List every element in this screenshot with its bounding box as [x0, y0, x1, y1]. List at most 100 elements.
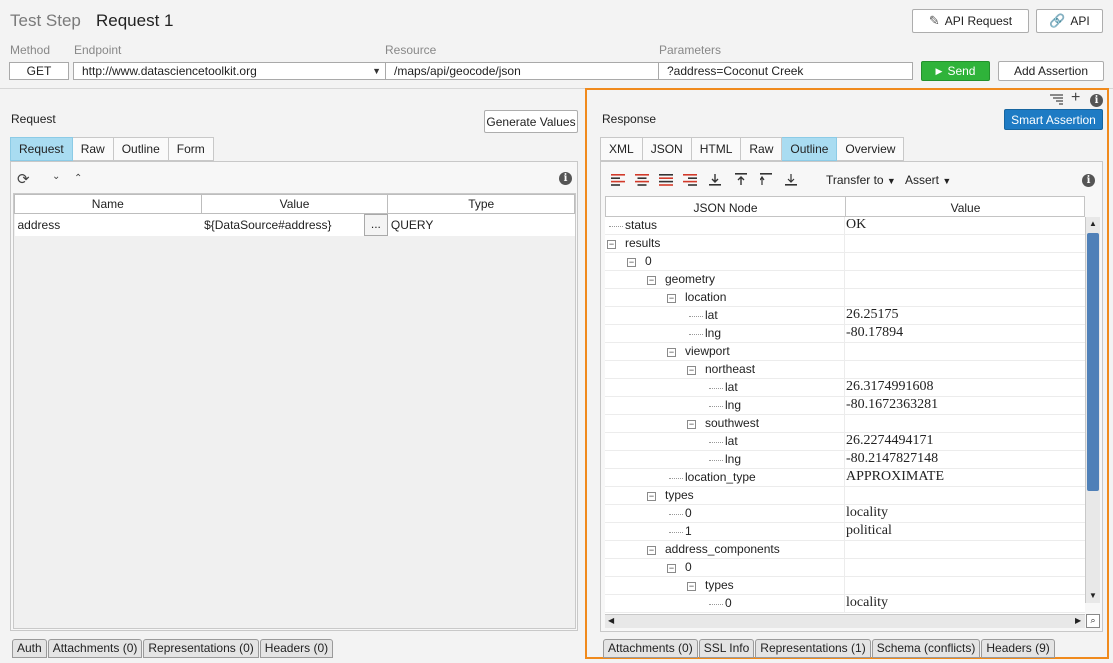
collapse-icon[interactable]: − — [687, 420, 696, 429]
tab-outline[interactable]: Outline — [782, 137, 838, 161]
chevron-up-icon[interactable]: ⌃ — [74, 173, 82, 184]
transfer-to-menu[interactable]: Transfer to ▼ — [826, 173, 896, 187]
tab-raw[interactable]: Raw — [741, 137, 783, 161]
collapse-icon[interactable]: − — [667, 564, 676, 573]
tree-row[interactable]: − northeast — [605, 361, 1085, 379]
tree-row[interactable]: location_type APPROXIMATE — [605, 469, 1085, 487]
tab-raw[interactable]: Raw — [72, 137, 114, 161]
tab-attachments[interactable]: Attachments (0) — [47, 639, 143, 658]
tab-auth[interactable]: Auth — [12, 639, 47, 658]
info-icon[interactable]: i — [1090, 94, 1103, 107]
align-left-icon[interactable] — [611, 174, 625, 186]
param-type[interactable]: QUERY — [387, 213, 575, 236]
tree-row[interactable]: status OK — [605, 217, 1085, 235]
tree-row[interactable]: 0 locality — [605, 595, 1085, 613]
align-right-icon[interactable] — [683, 174, 697, 186]
endpoint-input[interactable]: http://www.datasciencetoolkit.org ▼ — [73, 62, 386, 80]
tree-row[interactable]: lng -80.1672363281 — [605, 397, 1085, 415]
tab-xml[interactable]: XML — [600, 137, 643, 161]
collapse-icon[interactable]: − — [667, 294, 676, 303]
tab-request[interactable]: Request — [10, 137, 73, 161]
tree-row[interactable]: − results — [605, 235, 1085, 253]
collapse-icon[interactable]: − — [647, 276, 656, 285]
align-center-icon[interactable] — [635, 174, 649, 186]
param-value-cell[interactable]: ${DataSource#address} ... — [201, 213, 388, 236]
tab-attachments[interactable]: Attachments (0) — [603, 639, 698, 658]
add-icon[interactable]: + — [1071, 89, 1080, 107]
move-bottom-icon[interactable] — [785, 173, 797, 186]
tab-schema[interactable]: Schema (conflicts) — [871, 639, 981, 658]
tree-row[interactable]: − southwest — [605, 415, 1085, 433]
collapse-icon[interactable]: − — [607, 240, 616, 249]
tree-row[interactable]: 1 political — [605, 523, 1085, 541]
tree-row[interactable]: − types — [605, 577, 1085, 595]
api-request-button[interactable]: ✎ API Request — [912, 9, 1029, 33]
tab-representations[interactable]: Representations (0) — [143, 639, 259, 658]
smart-assertion-button[interactable]: Smart Assertion — [1004, 109, 1103, 130]
align-justify-icon[interactable] — [659, 174, 673, 186]
tab-html[interactable]: HTML — [691, 137, 742, 161]
collapse-icon[interactable]: − — [627, 258, 636, 267]
scroll-right-icon[interactable]: ▶ — [1075, 616, 1081, 625]
scrollbar-thumb[interactable] — [1087, 233, 1099, 491]
collapse-icon[interactable]: − — [667, 348, 676, 357]
tree-row[interactable]: lat 26.2274494171 — [605, 433, 1085, 451]
tree-row[interactable]: − geometry — [605, 271, 1085, 289]
vertical-scrollbar[interactable]: ▲ ▼ — [1085, 217, 1100, 603]
tab-representations[interactable]: Representations (1) — [755, 639, 871, 658]
tree-row[interactable]: 0 locality — [605, 505, 1085, 523]
resource-input[interactable]: /maps/api/geocode/json — [385, 62, 659, 80]
dropdown-arrow-icon[interactable]: ▼ — [372, 63, 381, 79]
add-assertion-button[interactable]: Add Assertion — [998, 61, 1104, 81]
collapse-icon[interactable]: − — [687, 582, 696, 591]
tree-row[interactable]: −0 — [605, 559, 1085, 577]
filter-icon[interactable] — [1050, 94, 1063, 105]
scroll-up-icon[interactable]: ▲ — [1089, 219, 1097, 228]
tree-row[interactable]: − location — [605, 289, 1085, 307]
tab-headers[interactable]: Headers (9) — [981, 639, 1055, 658]
tree-row[interactable]: lng -80.17894 — [605, 325, 1085, 343]
column-header-json-node[interactable]: JSON Node — [606, 201, 845, 215]
tree-row[interactable]: −0 — [605, 253, 1085, 271]
param-value[interactable]: ${DataSource#address} — [204, 218, 331, 232]
param-name[interactable]: address — [14, 213, 202, 236]
table-row[interactable]: address ${DataSource#address} ... QUERY — [14, 213, 575, 236]
move-down-icon[interactable] — [709, 173, 721, 186]
tree-row[interactable]: lat 26.25175 — [605, 307, 1085, 325]
method-select[interactable]: GET — [9, 62, 69, 80]
column-header-name[interactable]: Name — [14, 194, 202, 214]
tab-json[interactable]: JSON — [642, 137, 692, 161]
tree-row[interactable]: lat 26.3174991608 — [605, 379, 1085, 397]
scroll-down-icon[interactable]: ▼ — [1089, 591, 1097, 600]
browse-button[interactable]: ... — [363, 214, 388, 236]
parameters-input[interactable]: ?address=Coconut Creek — [658, 62, 913, 80]
tab-overview[interactable]: Overview — [837, 137, 905, 161]
move-top-icon[interactable] — [760, 173, 772, 186]
chevron-down-icon[interactable]: ⌄ — [52, 171, 60, 182]
tab-ssl-info[interactable]: SSL Info — [698, 639, 755, 658]
info-icon[interactable]: i — [559, 172, 572, 185]
collapse-icon[interactable]: − — [687, 366, 696, 375]
assert-menu[interactable]: Assert ▼ — [905, 173, 951, 187]
horizontal-scrollbar[interactable]: ◀ ▶ — [605, 614, 1085, 628]
column-header-type[interactable]: Type — [387, 194, 575, 214]
collapse-icon[interactable]: − — [647, 546, 656, 555]
tree-row[interactable]: − address_components — [605, 541, 1085, 559]
tab-headers[interactable]: Headers (0) — [259, 639, 334, 658]
refresh-icon[interactable]: ⟳ — [17, 170, 30, 188]
column-header-value[interactable]: Value — [846, 201, 1085, 215]
api-button[interactable]: 🔗 API — [1036, 9, 1103, 33]
collapse-icon[interactable]: − — [647, 492, 656, 501]
move-up-icon[interactable] — [735, 173, 747, 186]
zoom-corner-icon[interactable]: ⌕ — [1086, 614, 1100, 628]
send-button[interactable]: ▶ Send — [921, 61, 990, 81]
column-header-value[interactable]: Value — [200, 194, 389, 214]
tree-row[interactable]: − viewport — [605, 343, 1085, 361]
scroll-left-icon[interactable]: ◀ — [608, 616, 614, 625]
tree-row[interactable]: lng -80.2147827148 — [605, 451, 1085, 469]
tab-form[interactable]: Form — [168, 137, 214, 161]
tab-outline[interactable]: Outline — [113, 137, 169, 161]
tree-row[interactable]: − types — [605, 487, 1085, 505]
info-icon[interactable]: i — [1082, 174, 1095, 187]
generate-values-button[interactable]: Generate Values — [484, 110, 578, 133]
